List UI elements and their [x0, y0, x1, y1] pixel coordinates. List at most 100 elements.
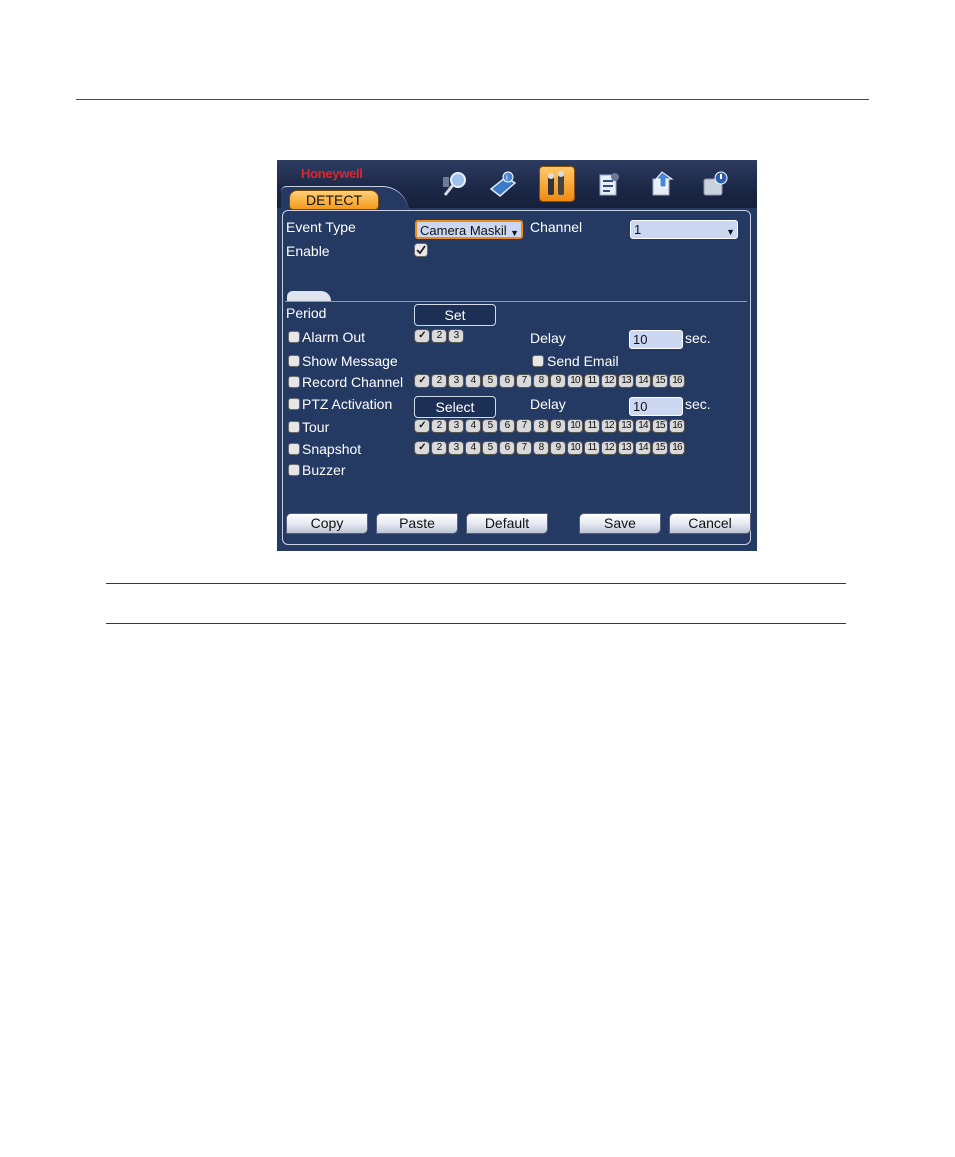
tour-channels-chip-7[interactable]: 7	[516, 419, 532, 433]
default-button[interactable]: Default	[466, 513, 548, 534]
record-channel-channels-chip-16[interactable]: 16	[669, 374, 685, 388]
record-channel-channels-chip-7[interactable]: 7	[516, 374, 532, 388]
send-email-label: Send Email	[547, 353, 619, 369]
shutdown-icon[interactable]	[697, 166, 733, 202]
snapshot-checkbox[interactable]	[288, 443, 300, 455]
channel-value: 1	[634, 222, 642, 237]
period-set-button[interactable]: Set	[414, 304, 496, 326]
tour-channels-chip-5[interactable]: 5	[482, 419, 498, 433]
snapshot-channels-chip-10[interactable]: 10	[567, 441, 583, 455]
period-label: Period	[286, 305, 327, 321]
record-channel-channels-chip-8[interactable]: 8	[533, 374, 549, 388]
tour-channels-chip-11[interactable]: 11	[584, 419, 600, 433]
snapshot-channels-chip-13[interactable]: 13	[618, 441, 634, 455]
snapshot-channels-chip-4[interactable]: 4	[465, 441, 481, 455]
buzzer-label: Buzzer	[302, 462, 346, 478]
tour-channels-chip-8[interactable]: 8	[533, 419, 549, 433]
snapshot-channels-chip-11[interactable]: 11	[584, 441, 600, 455]
tab-detect[interactable]: DETECT	[289, 190, 379, 210]
record-channel-channels-chip-14[interactable]: 14	[635, 374, 651, 388]
enable-checkbox[interactable]	[414, 243, 428, 259]
tour-channels-chip-2[interactable]: 2	[431, 419, 447, 433]
record-channel-channels-chip-10[interactable]: 10	[567, 374, 583, 388]
sub-tab[interactable]	[287, 291, 331, 301]
channel-select[interactable]: 1 ▼	[630, 220, 738, 239]
alarm-out-checkbox[interactable]	[288, 331, 300, 343]
snapshot-channels-chip-9[interactable]: 9	[550, 441, 566, 455]
record-channel-channels-chip-15[interactable]: 15	[652, 374, 668, 388]
tour-channels-chip-1[interactable]: ✓	[414, 419, 430, 433]
snapshot-channels-chip-5[interactable]: 5	[482, 441, 498, 455]
section-rule-top	[106, 583, 846, 584]
snapshot-channels-chip-12[interactable]: 12	[601, 441, 617, 455]
snapshot-channels-chip-7[interactable]: 7	[516, 441, 532, 455]
info-icon[interactable]: i	[485, 166, 521, 202]
save-button[interactable]: Save	[579, 513, 661, 534]
advanced-icon[interactable]	[591, 166, 627, 202]
show-message-label: Show Message	[302, 353, 398, 369]
snapshot-channels: ✓ 2 3 4 5 6 7 8 9 10 11 12 13 14 15 16	[414, 441, 685, 455]
svg-text:i: i	[506, 173, 508, 182]
tour-channels-chip-13[interactable]: 13	[618, 419, 634, 433]
channel-label: Channel	[530, 219, 583, 235]
record-channel-channels-chip-11[interactable]: 11	[584, 374, 600, 388]
tour-channels-chip-14[interactable]: 14	[635, 419, 651, 433]
copy-button[interactable]: Copy	[286, 513, 368, 534]
tour-channels-chip-9[interactable]: 9	[550, 419, 566, 433]
tour-channels-chip-12[interactable]: 12	[601, 419, 617, 433]
send-email-checkbox[interactable]	[532, 355, 544, 367]
snapshot-channels-chip-14[interactable]: 14	[635, 441, 651, 455]
snapshot-channels-chip-6[interactable]: 6	[499, 441, 515, 455]
record-channel-label: Record Channel	[302, 374, 404, 390]
record-channel-channels-chip-13[interactable]: 13	[618, 374, 634, 388]
snapshot-label: Snapshot	[302, 441, 362, 457]
tour-channels-chip-16[interactable]: 16	[669, 419, 685, 433]
snapshot-channels-chip-8[interactable]: 8	[533, 441, 549, 455]
snapshot-channels-chip-2[interactable]: 2	[431, 441, 447, 455]
record-channel-channels-chip-2[interactable]: 2	[431, 374, 447, 388]
alarm-out-chip-1[interactable]: ✓	[414, 329, 430, 343]
alarm-out-chip-2[interactable]: 2	[431, 329, 447, 343]
snapshot-channels-chip-15[interactable]: 15	[652, 441, 668, 455]
event-type-select[interactable]: Camera Maskil ▼	[415, 220, 523, 239]
cancel-button[interactable]: Cancel	[669, 513, 751, 534]
section-divider	[285, 301, 747, 302]
record-channel-channels-chip-12[interactable]: 12	[601, 374, 617, 388]
ptz-select-button[interactable]: Select	[414, 396, 496, 418]
tour-channels-chip-6[interactable]: 6	[499, 419, 515, 433]
top-toolbar: Honeywell i DETECT	[277, 160, 757, 213]
record-channel-channels-chip-4[interactable]: 4	[465, 374, 481, 388]
record-channel-channels-chip-3[interactable]: 3	[448, 374, 464, 388]
event-type-label: Event Type	[286, 219, 356, 235]
chevron-down-icon: ▼	[726, 227, 735, 237]
tour-checkbox[interactable]	[288, 421, 300, 433]
settings-icon[interactable]	[539, 166, 575, 202]
snapshot-channels-chip-1[interactable]: ✓	[414, 441, 430, 455]
delay-input[interactable]: 10	[629, 330, 683, 349]
tour-channels: ✓ 2 3 4 5 6 7 8 9 10 11 12 13 14 15 16	[414, 419, 685, 433]
tour-channels-chip-10[interactable]: 10	[567, 419, 583, 433]
ptz-activation-checkbox[interactable]	[288, 398, 300, 410]
tour-label: Tour	[302, 419, 330, 435]
tour-channels-chip-4[interactable]: 4	[465, 419, 481, 433]
delay-label-2: Delay	[530, 396, 566, 412]
backup-icon[interactable]	[645, 166, 681, 202]
snapshot-channels-chip-3[interactable]: 3	[448, 441, 464, 455]
search-icon[interactable]	[437, 166, 473, 202]
record-channel-channels-chip-5[interactable]: 5	[482, 374, 498, 388]
snapshot-channels-chip-16[interactable]: 16	[669, 441, 685, 455]
alarm-out-chip-3[interactable]: 3	[448, 329, 464, 343]
ptz-activation-label: PTZ Activation	[302, 396, 393, 412]
record-channel-checkbox[interactable]	[288, 376, 300, 388]
delay-input-2[interactable]: 10	[629, 397, 683, 416]
tour-channels-chip-3[interactable]: 3	[448, 419, 464, 433]
show-message-checkbox[interactable]	[288, 355, 300, 367]
paste-button[interactable]: Paste	[376, 513, 458, 534]
header-rule	[76, 99, 869, 100]
record-channel-channels-chip-9[interactable]: 9	[550, 374, 566, 388]
buzzer-checkbox[interactable]	[288, 464, 300, 476]
record-channel-channels-chip-1[interactable]: ✓	[414, 374, 430, 388]
alarm-out-label: Alarm Out	[302, 329, 366, 345]
record-channel-channels-chip-6[interactable]: 6	[499, 374, 515, 388]
tour-channels-chip-15[interactable]: 15	[652, 419, 668, 433]
